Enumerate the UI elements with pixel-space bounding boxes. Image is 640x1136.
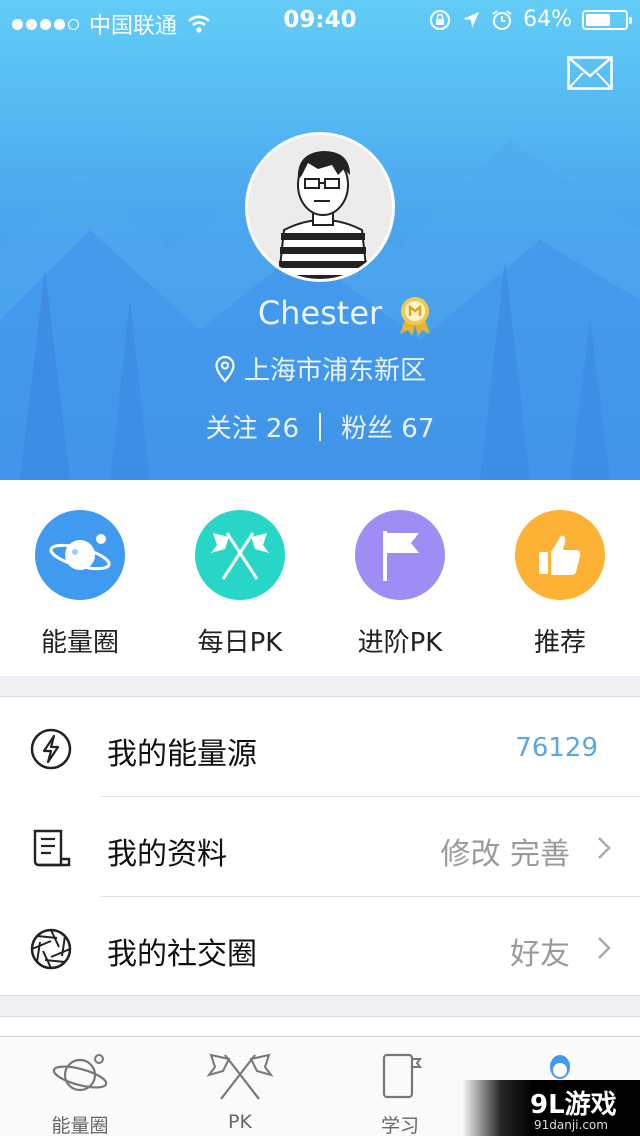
lightning-icon (30, 728, 72, 770)
username: Chester (257, 294, 383, 332)
profile-header: 中国联通 09:40 64% Chester 上海市浦东新区 关注 26 粉丝 … (0, 0, 640, 480)
menu-item-my-profile[interactable]: 我的资料 修改 完善 (0, 797, 640, 897)
next-section-edge (0, 1016, 640, 1036)
watermark-brand: 9L游戏 (530, 1090, 617, 1120)
tab-energy-circle[interactable]: 能量圈 (0, 1037, 160, 1136)
stats-divider (319, 412, 321, 441)
quick-action-label: 每日PK (197, 628, 283, 658)
document-icon (33, 829, 71, 867)
quick-action-label: 能量圈 (40, 628, 119, 658)
quick-action-advanced-pk[interactable]: 进阶PK (320, 510, 480, 659)
tab-label: PK (228, 1111, 252, 1133)
battery-percent: 64% (523, 7, 572, 32)
tab-pk[interactable]: PK (160, 1037, 320, 1136)
thumbs-up-icon (515, 510, 605, 600)
following-label: 关注 (205, 414, 258, 444)
following-stat[interactable]: 关注 26 (206, 408, 299, 445)
quick-action-daily-pk[interactable]: 每日PK (160, 510, 320, 659)
site-watermark: 9L游戏 91danji.com (462, 1080, 640, 1136)
menu-item-label: 我的能量源 (107, 737, 257, 772)
friends-hint: 好友 (510, 937, 570, 972)
fans-stat[interactable]: 粉丝 67 (341, 408, 434, 445)
quick-action-label: 进阶PK (357, 628, 443, 658)
tab-study[interactable]: 学习 (320, 1037, 480, 1136)
menu-item-energy-source[interactable]: 我的能量源 76129 (0, 697, 640, 797)
planet-icon (52, 1054, 108, 1092)
menu-item-label: 我的社交圈 (107, 937, 257, 972)
following-count: 26 (265, 414, 299, 444)
quick-action-label: 推荐 (533, 628, 586, 658)
quick-actions: 能量圈 每日PK 进阶PK 推荐 (0, 480, 640, 676)
avatar-illustration (248, 135, 392, 279)
battery-icon (582, 9, 632, 30)
fans-count: 67 (401, 414, 435, 444)
user-icon (550, 1055, 570, 1079)
medal-badge-icon (400, 297, 430, 336)
location-pin-icon (215, 355, 235, 383)
crossed-flags-icon (206, 1053, 274, 1100)
mail-icon[interactable] (567, 56, 613, 90)
username-row: Chester (0, 294, 640, 332)
menu-item-social-circle[interactable]: 我的社交圈 好友 (0, 897, 640, 997)
quick-action-recommend[interactable]: 推荐 (480, 510, 640, 659)
rotation-lock-icon (430, 9, 451, 30)
location-row: 上海市浦东新区 (0, 350, 640, 387)
aperture-icon (30, 928, 72, 970)
status-bar: 中国联通 09:40 64% (0, 0, 640, 40)
fans-label: 粉丝 (341, 414, 394, 444)
chevron-right-icon (598, 937, 611, 959)
energy-value: 76129 (515, 733, 598, 763)
flag-icon (355, 510, 445, 600)
profile-edit-hint: 修改 完善 (440, 837, 570, 872)
location-arrow-icon (463, 11, 480, 28)
menu-item-label: 我的资料 (107, 837, 227, 872)
alarm-icon (492, 9, 512, 30)
location-text: 上海市浦东新区 (243, 356, 426, 386)
notebook-icon (382, 1053, 422, 1099)
crossed-flags-icon (195, 510, 285, 600)
chevron-right-icon (598, 837, 611, 859)
planet-icon (35, 510, 125, 600)
profile-menu: 我的能量源 76129 我的资料 修改 完善 我的社交圈 好友 (0, 696, 640, 996)
watermark-site: 91danji.com (534, 1118, 608, 1132)
avatar[interactable] (245, 132, 395, 282)
tab-label: 能量圈 (51, 1115, 109, 1136)
status-right: 64% (429, 7, 632, 32)
quick-action-energy-circle[interactable]: 能量圈 (0, 510, 160, 659)
tab-label: 学习 (380, 1115, 419, 1136)
follow-stats: 关注 26 粉丝 67 (0, 408, 640, 445)
